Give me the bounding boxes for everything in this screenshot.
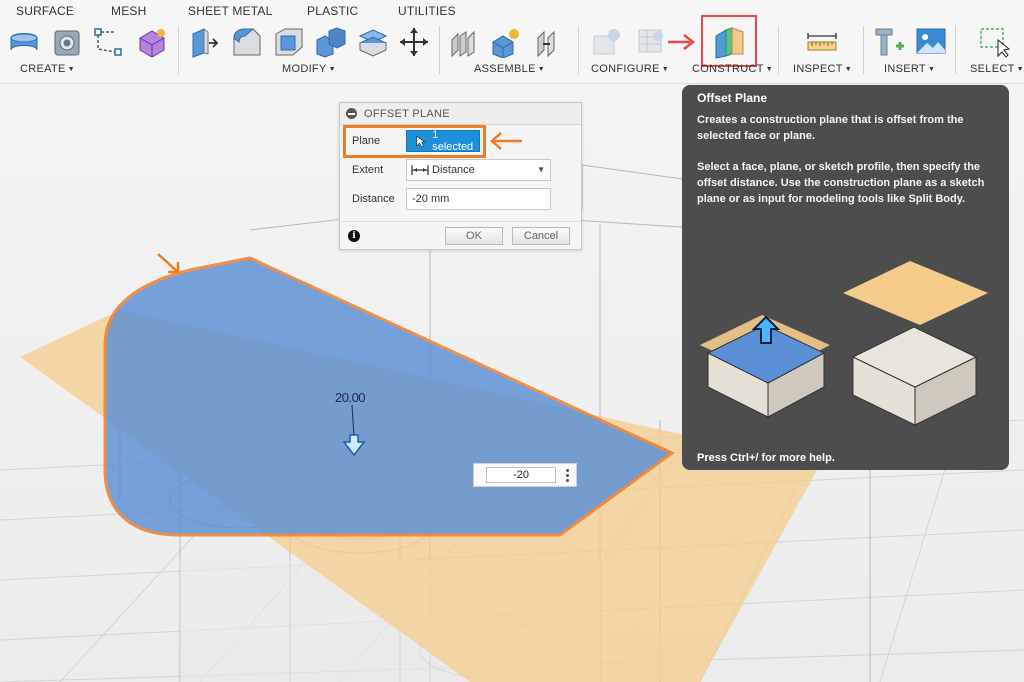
- plane-row-highlight: [343, 125, 486, 158]
- select-menu[interactable]: SELECT ▼: [970, 63, 1024, 75]
- insert-label: INSERT: [884, 63, 926, 75]
- modify-label: MODIFY: [282, 63, 327, 75]
- more-options-icon[interactable]: [566, 469, 570, 483]
- assemble-menu[interactable]: ASSEMBLE ▼: [474, 63, 545, 75]
- move-icon[interactable]: [398, 26, 430, 58]
- extent-value: Distance: [432, 164, 475, 176]
- distance-input[interactable]: [406, 188, 551, 210]
- floating-distance-box: [473, 463, 577, 487]
- tab-sheet-metal[interactable]: SHEET METAL: [188, 4, 272, 18]
- dialog-footer: i OK Cancel: [340, 221, 581, 249]
- assemble-label: ASSEMBLE: [474, 63, 536, 75]
- toolbar: SURFACE MESH SHEET METAL PLASTIC UTILITI…: [0, 0, 1024, 84]
- insert-menu[interactable]: INSERT ▼: [884, 63, 935, 75]
- info-icon[interactable]: i: [348, 230, 360, 242]
- dialog-title: OFFSET PLANE: [364, 107, 450, 120]
- tooltip-instructions: Select a face, plane, or sketch profile,…: [697, 161, 985, 205]
- distance-row: Distance: [340, 185, 581, 213]
- create-menu[interactable]: CREATE ▼: [20, 63, 75, 75]
- configure-menu[interactable]: CONFIGURE ▼: [591, 63, 669, 75]
- cancel-button[interactable]: Cancel: [512, 227, 570, 245]
- dimension-label: 20.00: [335, 390, 366, 405]
- fillet-icon[interactable]: [231, 26, 263, 58]
- tab-plastic[interactable]: PLASTIC: [307, 4, 358, 18]
- sketch-icon[interactable]: [92, 26, 124, 58]
- offset-plane-illustration: [700, 261, 988, 426]
- tooltip-title: Offset Plane: [697, 91, 768, 105]
- floating-distance-input[interactable]: [486, 467, 556, 483]
- as-built-joint-icon[interactable]: [534, 26, 566, 58]
- modify-menu[interactable]: MODIFY ▼: [282, 63, 336, 75]
- measure-icon[interactable]: [806, 26, 838, 58]
- construct-menu[interactable]: CONSTRUCT ▼: [692, 63, 773, 75]
- distance-extent-icon: [411, 165, 429, 175]
- extent-dropdown[interactable]: Distance ▼: [406, 159, 551, 181]
- offset-plane-tooltip: Offset Plane Creates a construction plan…: [682, 85, 1009, 470]
- select-window-icon[interactable]: [978, 26, 1010, 58]
- tab-utilities[interactable]: UTILITIES: [398, 4, 456, 18]
- new-component-icon[interactable]: [450, 26, 482, 58]
- joint-icon[interactable]: [490, 26, 522, 58]
- collapse-icon[interactable]: [346, 108, 357, 119]
- tooltip-help-hint: Press Ctrl+/ for more help.: [697, 452, 835, 464]
- configure-rule-icon[interactable]: [636, 26, 668, 58]
- annotation-arrow-icon: [668, 34, 696, 50]
- tab-surface[interactable]: SURFACE: [16, 4, 74, 18]
- combine-icon[interactable]: [315, 26, 347, 58]
- extent-label: Extent: [352, 164, 384, 176]
- insert-image-icon[interactable]: [915, 26, 947, 58]
- construct-label: CONSTRUCT: [692, 63, 764, 75]
- select-label: SELECT: [970, 63, 1015, 75]
- inspect-menu[interactable]: INSPECT ▼: [793, 63, 852, 75]
- extrude-icon[interactable]: [8, 26, 40, 58]
- create-form-icon[interactable]: [136, 26, 168, 58]
- press-pull-icon[interactable]: [188, 26, 220, 58]
- create-label: CREATE: [20, 63, 66, 75]
- hole-icon[interactable]: [52, 26, 84, 58]
- tab-mesh[interactable]: MESH: [111, 4, 146, 18]
- configure-table-icon[interactable]: [592, 26, 624, 58]
- face-annotation-arrow-icon: [157, 253, 180, 274]
- distance-label: Distance: [352, 193, 395, 205]
- offset-faces-icon[interactable]: [357, 26, 389, 58]
- ok-button[interactable]: OK: [445, 227, 503, 245]
- configure-label: CONFIGURE: [591, 63, 660, 75]
- shell-icon[interactable]: [273, 26, 305, 58]
- extent-row: Extent Distance ▼: [340, 156, 581, 184]
- dialog-header[interactable]: OFFSET PLANE: [340, 103, 581, 125]
- offset-plane-icon[interactable]: [712, 24, 748, 60]
- selected-face[interactable]: [103, 256, 675, 537]
- insert-derive-icon[interactable]: [874, 26, 906, 58]
- plane-annotation-arrow-icon: [490, 132, 522, 150]
- dropdown-arrow-icon: ▼: [537, 165, 545, 174]
- inspect-label: INSPECT: [793, 63, 843, 75]
- tooltip-description: Creates a construction plane that is off…: [697, 114, 964, 142]
